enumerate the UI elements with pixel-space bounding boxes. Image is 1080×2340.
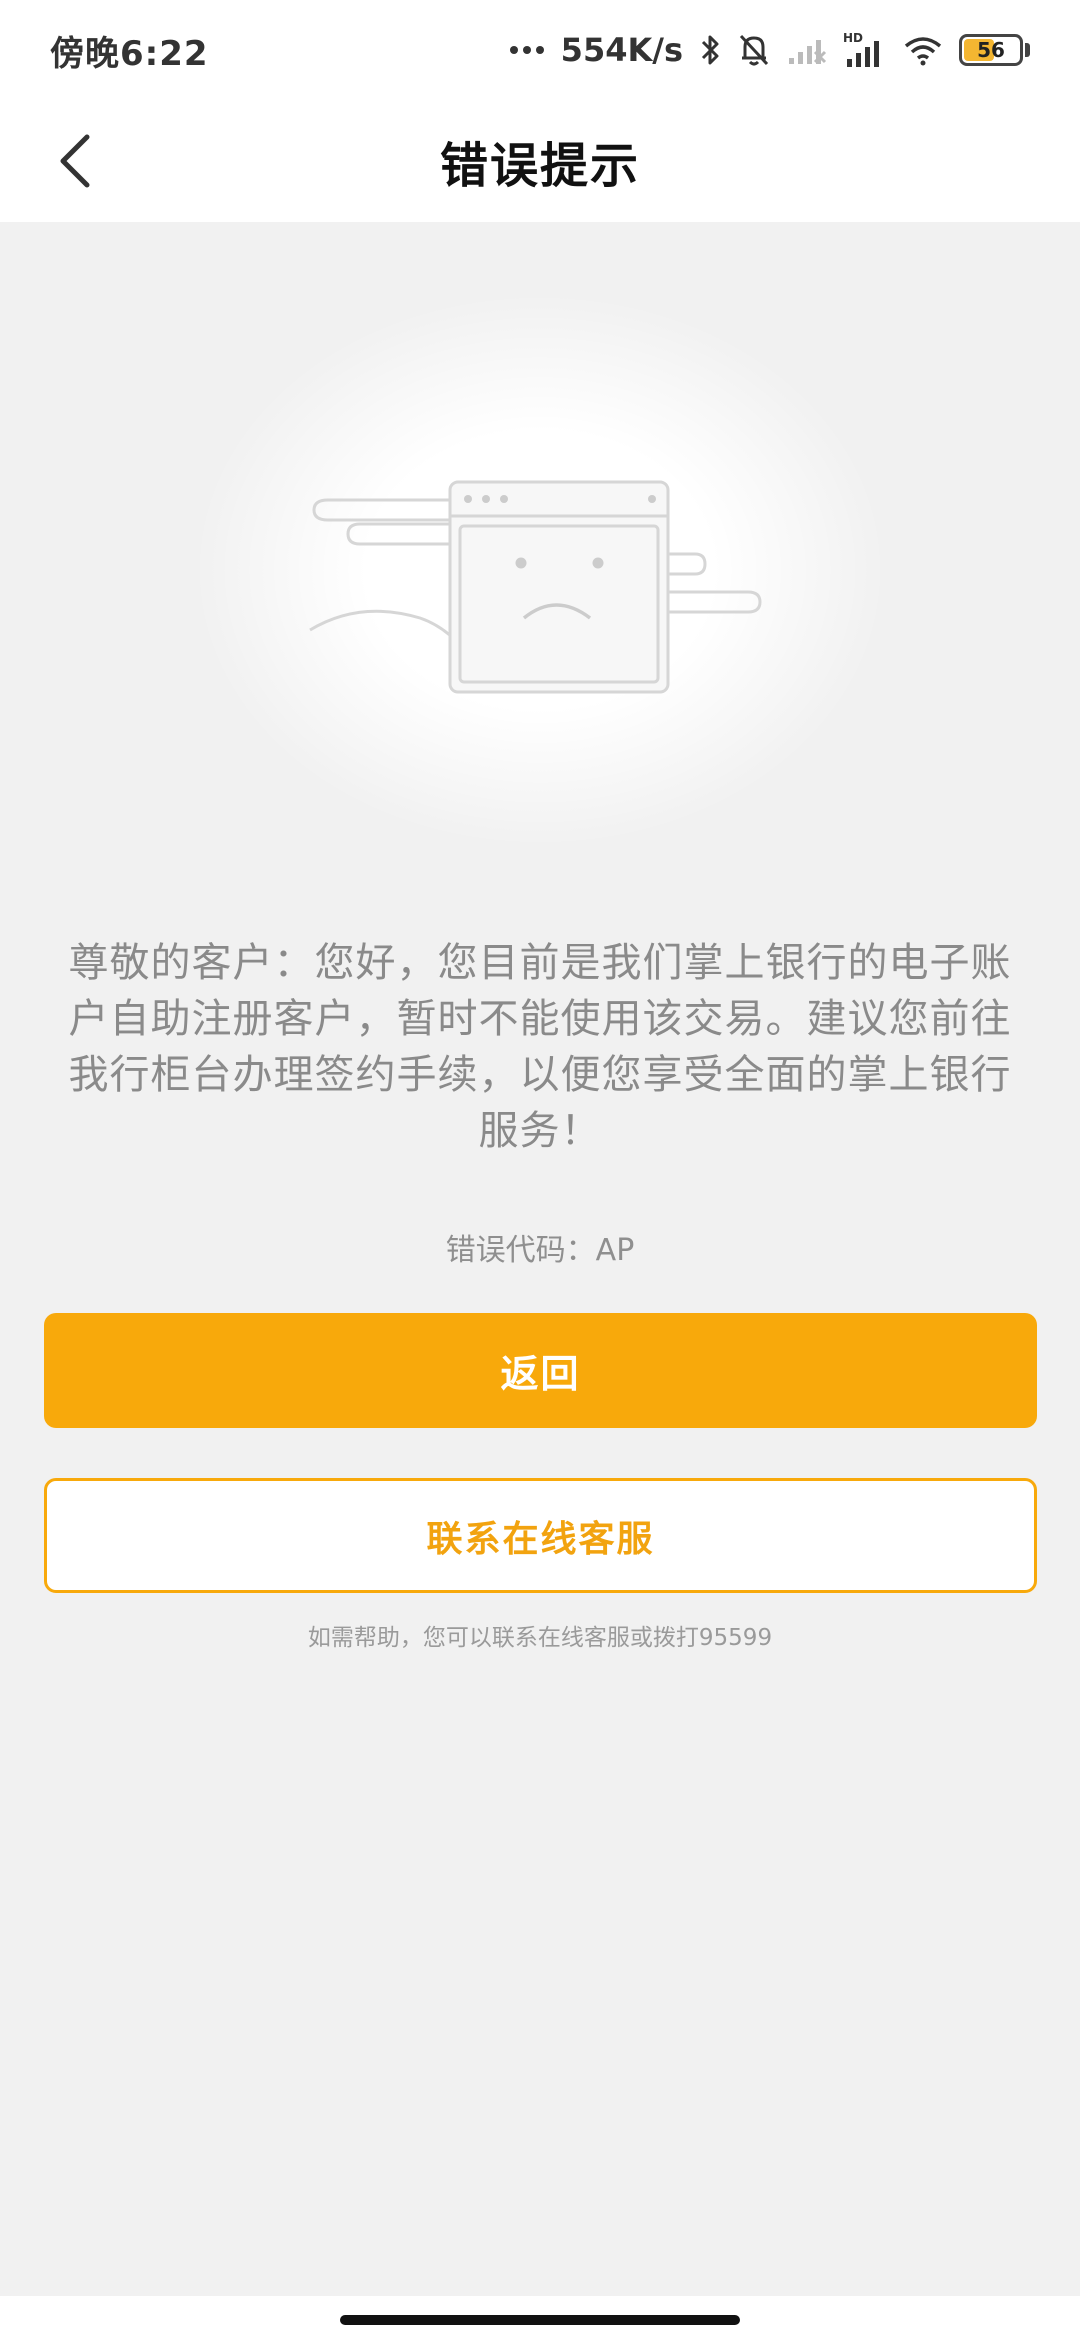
sad-browser-window-icon (300, 470, 780, 700)
contact-online-service-button[interactable]: 联系在线客服 (44, 1478, 1037, 1593)
error-message-line: 户自助注册客户，暂时不能使用该交易。建议您前往 (68, 996, 1012, 1042)
status-time: 傍晚6:22 (50, 33, 209, 74)
error-message-line: 服务！ (478, 1108, 602, 1154)
page-title: 错误提示 (439, 138, 640, 194)
signal-weak-icon (787, 30, 827, 70)
hd-signal-icon: HD (843, 30, 887, 70)
back-button[interactable] (40, 126, 110, 196)
error-message: 尊敬的客户：您好，您目前是我们掌上银行的电子账 户自助注册客户，暂时不能使用该交… (40, 935, 1040, 1159)
wifi-icon (903, 30, 943, 70)
mute-bell-icon (737, 30, 771, 70)
status-icons: 554K/s HD 56 (509, 30, 1030, 70)
battery-level: 56 (977, 38, 1005, 62)
bluetooth-icon (699, 30, 721, 70)
home-indicator[interactable] (340, 2315, 740, 2325)
network-speed: 554K/s (560, 31, 683, 69)
error-message-line: 我行柜台办理签约手续，以便您享受全面的掌上银行 (68, 1052, 1012, 1098)
svg-text:HD: HD (843, 31, 863, 45)
status-bar: 傍晚6:22 554K/s HD 56 (0, 0, 1080, 100)
error-message-line: 尊敬的客户：您好，您目前是我们掌上银行的电子账 (68, 940, 1012, 986)
nav-bar: 错误提示 (0, 100, 1080, 222)
chevron-left-icon (60, 134, 90, 188)
more-dots-icon (509, 30, 545, 70)
error-code: 错误代码：AP (445, 1233, 635, 1268)
help-text: 如需帮助，您可以联系在线客服或拨打95599 (307, 1625, 773, 1651)
return-button[interactable]: 返回 (44, 1313, 1037, 1428)
battery-icon: 56 (959, 30, 1030, 70)
